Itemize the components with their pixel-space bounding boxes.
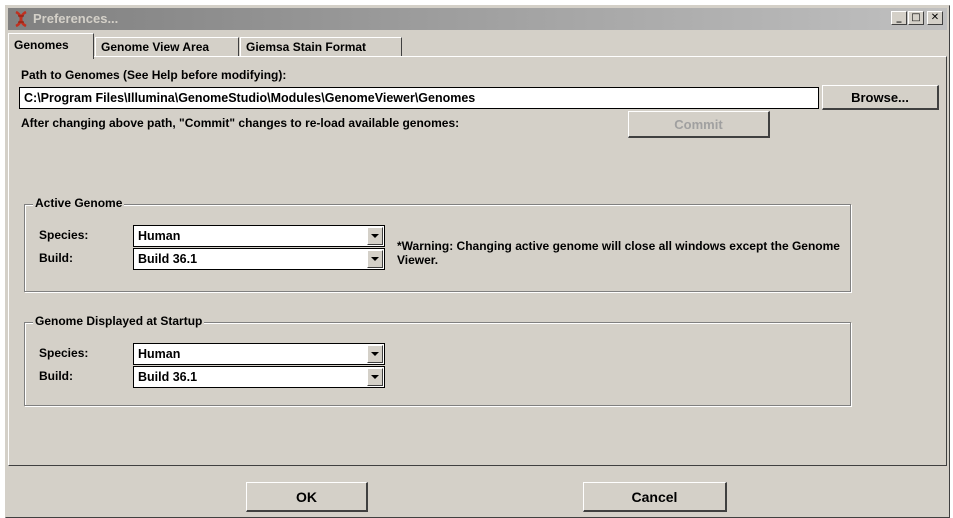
path-label: Path to Genomes (See Help before modifyi… xyxy=(21,68,287,82)
close-button[interactable]: ✕ xyxy=(927,11,943,25)
chevron-down-icon[interactable] xyxy=(367,227,383,245)
genomes-tab-panel: Path to Genomes (See Help before modifyi… xyxy=(8,56,947,466)
active-species-value: Human xyxy=(138,229,181,243)
title-bar[interactable]: Preferences... _ □ ✕ xyxy=(8,8,947,30)
startup-build-value: Build 36.1 xyxy=(138,370,198,384)
genome-change-warning: *Warning: Changing active genome will cl… xyxy=(397,239,840,267)
tab-genomes[interactable]: Genomes xyxy=(8,33,94,59)
commit-hint-text: After changing above path, "Commit" chan… xyxy=(21,116,460,130)
chevron-down-icon[interactable] xyxy=(367,368,383,386)
genome-app-icon xyxy=(15,10,27,28)
startup-genome-legend: Genome Displayed at Startup xyxy=(33,314,205,328)
startup-species-value: Human xyxy=(138,347,181,361)
active-species-label: Species: xyxy=(39,228,89,242)
startup-build-label: Build: xyxy=(39,369,73,383)
chevron-down-icon[interactable] xyxy=(367,250,383,268)
cancel-button[interactable]: Cancel xyxy=(583,482,727,512)
genomes-path-input[interactable]: C:\Program Files\Illumina\GenomeStudio\M… xyxy=(19,87,819,109)
active-build-value: Build 36.1 xyxy=(138,252,198,266)
startup-species-label: Species: xyxy=(39,346,89,360)
active-genome-group: Active Genome Species: Human Build: Buil… xyxy=(24,196,851,292)
active-species-select[interactable]: Human xyxy=(133,225,385,247)
startup-build-select[interactable]: Build 36.1 xyxy=(133,366,385,388)
chevron-down-icon[interactable] xyxy=(367,345,383,363)
tab-genome-view-area[interactable]: Genome View Area xyxy=(95,37,239,57)
browse-button[interactable]: Browse... xyxy=(822,85,939,110)
maximize-button[interactable]: □ xyxy=(908,11,924,25)
startup-species-select[interactable]: Human xyxy=(133,343,385,365)
window-title: Preferences... xyxy=(33,11,119,26)
minimize-button[interactable]: _ xyxy=(891,11,907,25)
commit-button[interactable]: Commit xyxy=(628,111,770,138)
tab-giemsa-stain-format[interactable]: Giemsa Stain Format xyxy=(240,37,402,57)
preferences-window: Preferences... _ □ ✕ Genomes Genome View… xyxy=(5,5,950,518)
active-build-label: Build: xyxy=(39,251,73,265)
active-build-select[interactable]: Build 36.1 xyxy=(133,248,385,270)
ok-button[interactable]: OK xyxy=(246,482,368,512)
startup-genome-group: Genome Displayed at Startup Species: Hum… xyxy=(24,314,851,406)
active-genome-legend: Active Genome xyxy=(33,196,125,210)
